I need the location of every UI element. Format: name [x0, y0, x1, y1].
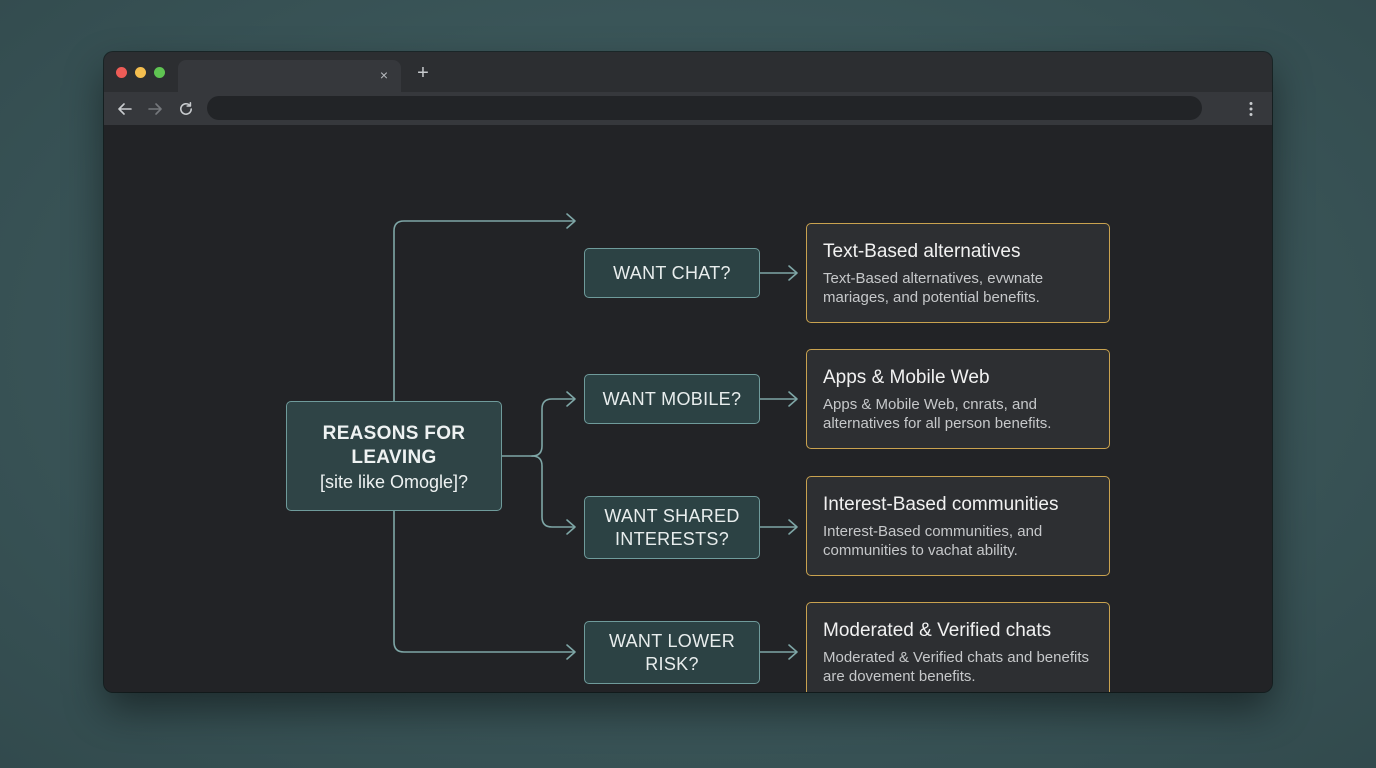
reload-icon[interactable]	[177, 100, 195, 118]
card-description: Text-Based alternatives, evwnate mariage…	[823, 270, 1044, 306]
card-description: Moderated & Verified chats and benefits …	[823, 649, 1090, 685]
browser-toolbar	[104, 92, 1272, 125]
new-tab-button[interactable]: +	[414, 63, 432, 83]
more-menu-icon[interactable]	[1244, 100, 1258, 118]
back-arrow-icon[interactable]	[116, 100, 134, 118]
maximize-window-button[interactable]	[154, 67, 165, 78]
root-title-line-1: REASONS FOR	[322, 423, 466, 444]
forward-arrow-icon[interactable]	[146, 100, 164, 118]
card-description: Interest-Based communities, and communit…	[823, 523, 1043, 559]
minimize-window-button[interactable]	[135, 67, 146, 78]
connector-to-interests	[531, 455, 575, 528]
browser-tab[interactable]: ×	[178, 60, 401, 92]
root-subtitle: [site like Omogle]?	[319, 472, 469, 492]
root-title-line-2: LEAVING	[351, 447, 437, 468]
question-node-shared-interests: WANT SHARED INTERESTS?	[584, 496, 760, 559]
question-node-lower-risk: WANT LOWER RISK?	[584, 621, 760, 684]
card-description: Apps & Mobile Web, cnrats, and alternati…	[823, 396, 1052, 432]
browser-window: × + REASONS FOR LEAVING [site like Omogl…	[104, 52, 1272, 692]
title-bar: × +	[104, 52, 1272, 92]
connector-to-mobile	[531, 398, 575, 457]
question-node-chat: WANT CHAT?	[584, 248, 760, 298]
result-card-moderated-verified: Moderated & Verified chats Moderated & V…	[806, 602, 1110, 692]
result-card-interest-based: Interest-Based communities Interest-Base…	[806, 476, 1110, 576]
tab-close-icon[interactable]: ×	[376, 67, 392, 83]
connector-root-to-risk	[393, 510, 575, 653]
card-title: Moderated & Verified chats	[823, 620, 1052, 641]
result-card-apps-mobile: Apps & Mobile Web Apps & Mobile Web, cnr…	[806, 349, 1110, 449]
close-window-button[interactable]	[116, 67, 127, 78]
question-node-mobile: WANT MOBILE?	[584, 374, 760, 424]
result-card-text-based: Text-Based alternatives Text-Based alter…	[806, 223, 1110, 323]
root-node-reasons-for-leaving: REASONS FOR LEAVING [site like Omogle]?	[286, 401, 502, 511]
card-title: Text-Based alternatives	[823, 241, 1021, 262]
card-title: Apps & Mobile Web	[823, 367, 990, 388]
page-content: REASONS FOR LEAVING [site like Omogle]? …	[104, 125, 1272, 692]
card-title: Interest-Based communities	[823, 494, 1059, 515]
connector-root-to-chat	[393, 220, 575, 402]
address-bar[interactable]	[207, 96, 1202, 120]
